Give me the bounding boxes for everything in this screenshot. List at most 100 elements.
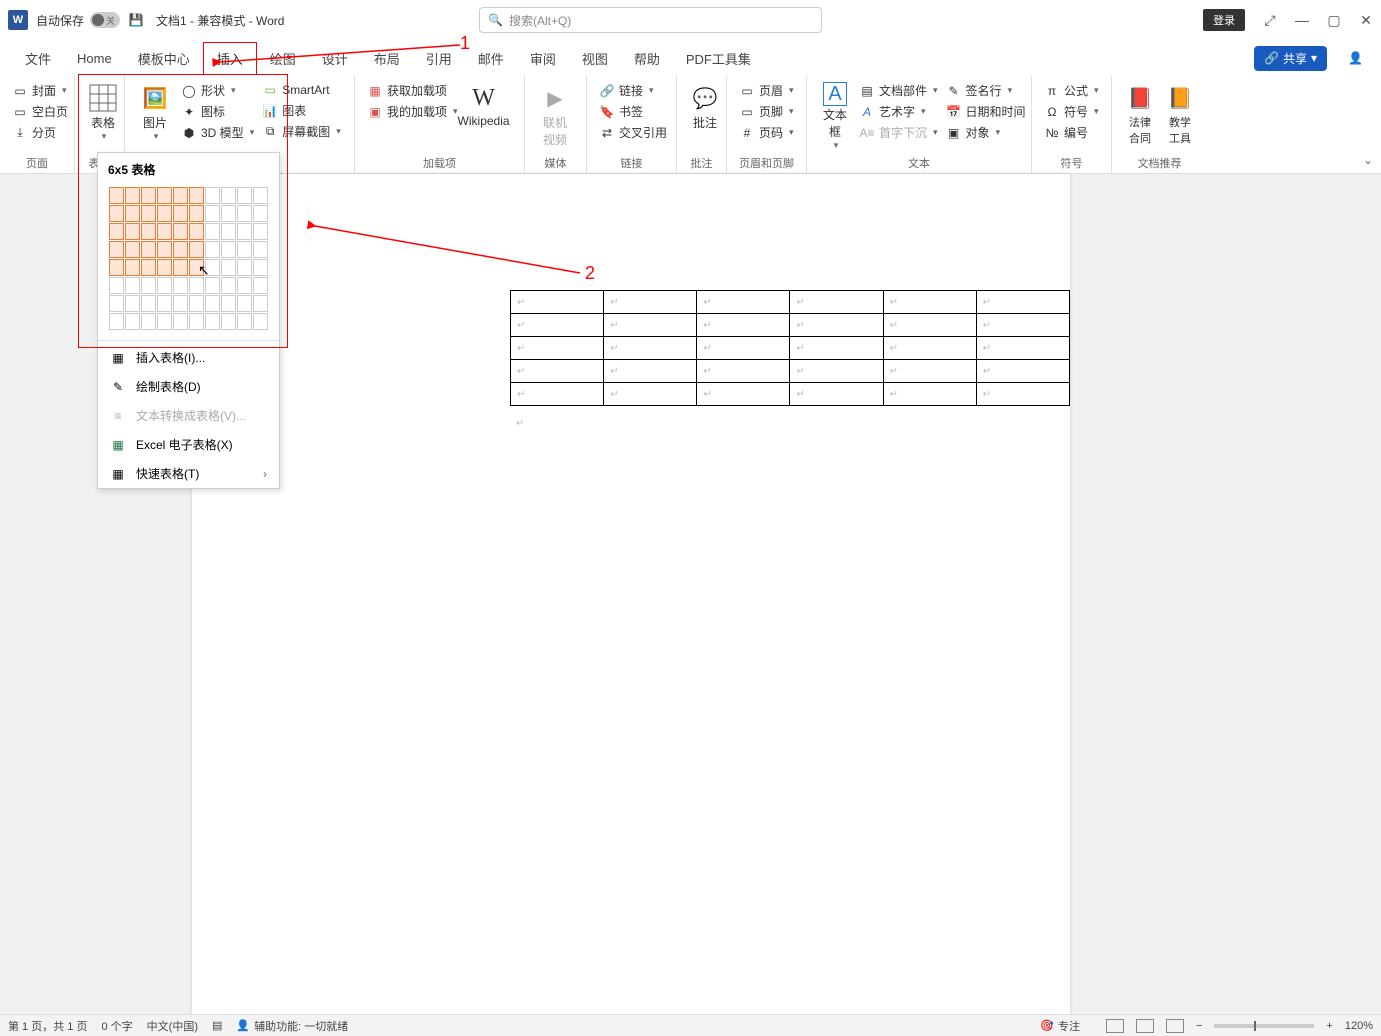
signature-button[interactable]: ✎签名行▾ (946, 82, 1026, 99)
tab-references[interactable]: 引用 (413, 43, 465, 74)
table-grid-cell[interactable] (173, 313, 188, 330)
table-grid-cell[interactable] (173, 259, 188, 276)
table-cell[interactable] (883, 314, 976, 337)
table-grid-cell[interactable] (125, 277, 140, 294)
table-grid-cell[interactable] (173, 241, 188, 258)
autosave-toggle[interactable]: 关 (90, 12, 120, 28)
table-grid-cell[interactable] (189, 295, 204, 312)
table-grid-cell[interactable] (253, 295, 268, 312)
table-grid-cell[interactable] (141, 223, 156, 240)
link-button[interactable]: 🔗链接▾ (599, 82, 667, 99)
table-grid-cell[interactable] (253, 205, 268, 222)
tab-draw[interactable]: 绘图 (257, 43, 309, 74)
table-cell[interactable] (697, 383, 790, 406)
table-grid-cell[interactable] (253, 187, 268, 204)
table-grid-cell[interactable] (141, 205, 156, 222)
view-read-icon[interactable] (1106, 1019, 1124, 1033)
table-grid-cell[interactable] (141, 259, 156, 276)
table-grid-cell[interactable] (125, 313, 140, 330)
chart-button[interactable]: 📊图表 (262, 102, 341, 119)
table-grid-cell[interactable] (157, 205, 172, 222)
inserted-table[interactable] (510, 290, 1070, 406)
table-grid-cell[interactable] (189, 223, 204, 240)
table-grid-cell[interactable] (205, 259, 220, 276)
table-grid-cell[interactable] (173, 295, 188, 312)
table-cell[interactable] (790, 360, 883, 383)
table-grid-cell[interactable] (221, 295, 236, 312)
wordart-button[interactable]: A艺术字▾ (859, 103, 938, 120)
smartart-button[interactable]: ▭SmartArt (262, 82, 341, 98)
table-grid-cell[interactable] (221, 277, 236, 294)
status-focus[interactable]: 🎯专注 (1040, 1018, 1080, 1034)
table-grid-cell[interactable] (157, 313, 172, 330)
table-grid-cell[interactable] (125, 259, 140, 276)
table-grid-cell[interactable] (157, 187, 172, 204)
table-grid-cell[interactable] (237, 187, 252, 204)
tab-review[interactable]: 审阅 (517, 43, 569, 74)
table-grid-cell[interactable] (109, 205, 124, 222)
table-grid-cell[interactable] (125, 187, 140, 204)
table-grid-cell[interactable] (237, 259, 252, 276)
tab-mail[interactable]: 邮件 (465, 43, 517, 74)
table-grid-cell[interactable] (205, 241, 220, 258)
table-grid-cell[interactable] (157, 223, 172, 240)
table-grid-cell[interactable] (253, 259, 268, 276)
tab-pdf[interactable]: PDF工具集 (673, 43, 764, 74)
tab-template[interactable]: 模板中心 (125, 43, 203, 74)
table-grid-cell[interactable] (221, 241, 236, 258)
pictures-button[interactable]: 🖼️图片▾ (133, 80, 177, 144)
table-grid-cell[interactable] (253, 223, 268, 240)
table-grid-cell[interactable] (125, 223, 140, 240)
table-grid-cell[interactable] (109, 223, 124, 240)
zoom-in-button[interactable]: + (1326, 1020, 1332, 1032)
tab-layout[interactable]: 布局 (361, 43, 413, 74)
table-grid-cell[interactable] (221, 223, 236, 240)
footer-button[interactable]: ▭页脚▾ (739, 103, 794, 120)
comment-button[interactable]: 💬批注 (685, 80, 725, 133)
table-grid-cell[interactable] (109, 313, 124, 330)
table-cell[interactable] (697, 291, 790, 314)
table-cell[interactable] (976, 360, 1069, 383)
table-grid-cell[interactable] (109, 259, 124, 276)
table-grid-cell[interactable] (205, 313, 220, 330)
table-cell[interactable] (976, 314, 1069, 337)
table-grid-cell[interactable] (189, 313, 204, 330)
table-grid-cell[interactable] (221, 205, 236, 222)
my-addins-button[interactable]: ▣我的加载项▾ (367, 103, 458, 120)
tab-insert[interactable]: 插入 (203, 42, 257, 75)
table-cell[interactable] (883, 383, 976, 406)
table-cell[interactable] (883, 337, 976, 360)
table-grid-cell[interactable] (173, 223, 188, 240)
table-grid-cell[interactable] (109, 295, 124, 312)
quick-table-menuitem[interactable]: ▦快速表格(T)› (98, 459, 279, 488)
table-grid-cell[interactable] (237, 313, 252, 330)
table-cell[interactable] (511, 383, 604, 406)
icons-button[interactable]: ✦图标 (181, 103, 254, 120)
table-cell[interactable] (697, 360, 790, 383)
table-grid-cell[interactable] (109, 241, 124, 258)
bookmark-button[interactable]: 🔖书签 (599, 103, 667, 120)
table-grid-cell[interactable] (221, 187, 236, 204)
table-grid-cell[interactable] (237, 277, 252, 294)
status-words[interactable]: 0 个字 (101, 1018, 132, 1034)
table-cell[interactable] (976, 383, 1069, 406)
table-grid-cell[interactable] (125, 205, 140, 222)
table-cell[interactable] (511, 337, 604, 360)
shapes-button[interactable]: ◯形状▾ (181, 82, 254, 99)
table-grid-cell[interactable] (157, 259, 172, 276)
login-button[interactable]: 登录 (1203, 9, 1245, 31)
crossref-button[interactable]: ⇄交叉引用 (599, 124, 667, 141)
textbox-button[interactable]: A文本框▾ (815, 80, 855, 153)
excel-table-menuitem[interactable]: ▦Excel 电子表格(X) (98, 430, 279, 459)
table-cell[interactable] (604, 383, 697, 406)
table-grid-cell[interactable] (109, 277, 124, 294)
table-grid-cell[interactable] (141, 187, 156, 204)
insert-table-menuitem[interactable]: ▦插入表格(I)... (98, 343, 279, 372)
status-lang[interactable]: 中文(中国) (147, 1018, 198, 1034)
table-grid-cell[interactable] (189, 241, 204, 258)
table-grid-cell[interactable] (253, 277, 268, 294)
share-button[interactable]: 🔗共享 ▾ (1254, 46, 1327, 71)
datetime-button[interactable]: 📅日期和时间 (946, 103, 1026, 120)
number-button[interactable]: №编号 (1044, 124, 1099, 141)
zoom-out-button[interactable]: − (1196, 1020, 1202, 1032)
